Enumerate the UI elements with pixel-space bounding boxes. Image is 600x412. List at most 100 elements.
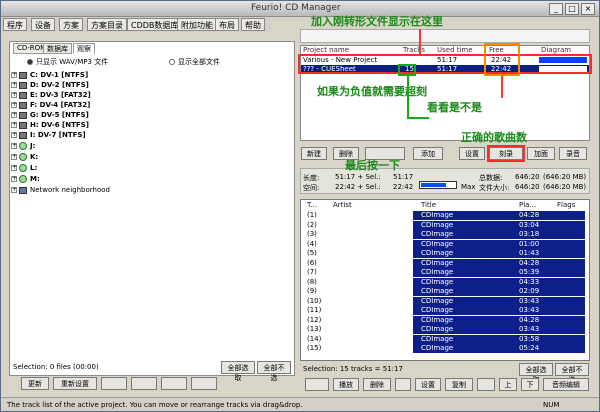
delete-track-button[interactable]: 删除 <box>363 378 391 391</box>
tree-drive-i[interactable]: I: DV-7 [NTFS] <box>19 131 86 139</box>
track-settings-button[interactable]: 设置 <box>415 378 441 391</box>
copy-button[interactable]: 复制 <box>445 378 473 391</box>
left-button-6[interactable] <box>191 377 217 390</box>
col-play-time[interactable]: Pla... <box>519 201 536 209</box>
track-disabled-button-3[interactable] <box>477 378 495 391</box>
track-row[interactable]: CDImage 04:33 <box>413 277 585 287</box>
new-button[interactable]: 新建 <box>301 147 327 160</box>
col-tracks[interactable]: Tracks <box>403 46 425 54</box>
option-wav-mp3[interactable]: 只显示 WAV/MP3 文件 <box>27 57 108 67</box>
expand-icon[interactable]: + <box>11 72 17 78</box>
window-title: Feurio! CD Manager <box>251 3 341 13</box>
tab-database[interactable]: 数据库 <box>43 43 72 54</box>
left-button-4[interactable] <box>131 377 157 390</box>
track-disabled-button[interactable] <box>305 378 329 391</box>
track-row[interactable]: CDImage 03:43 <box>413 325 585 334</box>
add-button[interactable]: 添加 <box>413 147 443 160</box>
track-row[interactable]: CDImage 03:18 <box>413 230 585 239</box>
tree-drive-j[interactable]: J: <box>19 142 35 150</box>
annotation-files-here: 加入刚转形文件显示在这里 <box>311 15 443 28</box>
track-length: 04:33 <box>519 277 540 286</box>
col-used-time[interactable]: Used time <box>437 46 473 54</box>
tree-drive-g[interactable]: G: DV-5 [NTFS] <box>19 111 89 119</box>
track-row[interactable]: CDImage 04:28 <box>413 315 585 325</box>
track-row[interactable]: CDImage 03:43 <box>413 306 585 315</box>
cd-drive-icon <box>19 153 27 161</box>
refresh-button[interactable]: 更新 <box>21 377 49 390</box>
track-row[interactable]: CDImage 05:24 <box>413 344 585 353</box>
track-number: (11) <box>307 306 322 314</box>
expand-icon[interactable]: + <box>11 143 17 149</box>
track-row[interactable]: CDImage 04:28 <box>413 211 585 220</box>
col-project-name[interactable]: Project name <box>303 46 349 54</box>
expand-icon[interactable]: + <box>11 165 17 171</box>
track-select-all-button[interactable]: 全部选取 <box>519 363 553 384</box>
track-disabled-button-2[interactable] <box>395 378 411 391</box>
option-all-files[interactable]: 显示全部文件 <box>169 57 220 67</box>
track-length: 05:24 <box>519 344 540 352</box>
track-row[interactable]: CDImage 02:09 <box>413 287 585 296</box>
col-flags[interactable]: Flags <box>557 201 575 209</box>
track-title: CDImage <box>421 315 454 324</box>
left-button-3[interactable] <box>101 377 127 390</box>
menu-cddb[interactable]: CDDB数据库 <box>127 18 183 31</box>
track-number: (13) <box>307 325 322 333</box>
expand-icon[interactable]: + <box>11 82 17 88</box>
expand-icon[interactable]: + <box>11 122 17 128</box>
tree-drive-k[interactable]: K: <box>19 153 38 161</box>
expand-icon[interactable]: + <box>11 176 17 182</box>
audio-edit-button[interactable]: 音频编辑 <box>543 378 589 391</box>
settings-button[interactable]: 设置 <box>459 147 485 160</box>
expand-icon[interactable]: + <box>11 112 17 118</box>
track-length: 01:43 <box>519 249 540 257</box>
menu-help[interactable]: 帮助 <box>241 18 265 31</box>
track-row[interactable]: CDImage 01:00 <box>413 239 585 249</box>
track-row[interactable]: CDImage 03:43 <box>413 296 585 306</box>
add-face-button[interactable]: 加面 <box>527 147 555 160</box>
track-row[interactable]: CDImage 04:28 <box>413 258 585 268</box>
menu-device[interactable]: 设备 <box>31 18 55 31</box>
move-up-button[interactable]: 上 <box>499 378 517 391</box>
track-select-none-button[interactable]: 全部不选 <box>555 363 589 384</box>
tree-network[interactable]: Network neighborhood <box>19 186 110 194</box>
col-title[interactable]: Title <box>421 201 436 209</box>
menu-program[interactable]: 程序 <box>3 18 27 31</box>
expand-icon[interactable]: + <box>11 187 17 193</box>
tree-drive-h[interactable]: H: DV-6 [NTFS] <box>19 121 89 129</box>
menu-project-dir[interactable]: 方案目录 <box>87 18 127 31</box>
tab-observe[interactable]: 观察 <box>73 43 95 54</box>
track-row[interactable]: CDImage 05:39 <box>413 268 585 277</box>
minimize-icon[interactable]: _ <box>549 3 563 15</box>
track-row[interactable]: CDImage 03:04 <box>413 220 585 230</box>
track-number: (12) <box>307 315 322 324</box>
tree-drive-c[interactable]: C: DV-1 [NTFS] <box>19 71 88 79</box>
expand-icon[interactable]: + <box>11 92 17 98</box>
select-none-button[interactable]: 全部不选 <box>257 361 291 382</box>
col-track-number[interactable]: T... <box>307 201 317 209</box>
tree-drive-f[interactable]: F: DV-4 [FAT32] <box>19 101 90 109</box>
track-row[interactable]: CDImage 03:58 <box>413 334 585 344</box>
expand-icon[interactable]: + <box>11 102 17 108</box>
track-number: (1) <box>307 211 317 219</box>
play-button[interactable]: 播放 <box>333 378 359 391</box>
select-all-button[interactable]: 全部选取 <box>221 361 255 382</box>
left-button-5[interactable] <box>161 377 187 390</box>
track-row[interactable]: CDImage 01:43 <box>413 249 585 258</box>
menu-project[interactable]: 方案 <box>59 18 83 31</box>
menu-extra[interactable]: 附加功能 <box>177 18 217 31</box>
move-down-button[interactable]: 下 <box>521 378 539 391</box>
record-button[interactable]: 录音 <box>559 147 587 160</box>
reset-button[interactable]: 重新设置 <box>53 377 97 390</box>
col-artist[interactable]: Artist <box>333 201 352 209</box>
close-icon[interactable]: × <box>581 3 595 15</box>
col-diagram[interactable]: Diagram <box>541 46 571 54</box>
tree-drive-e[interactable]: E: DV-3 [FAT32] <box>19 91 91 99</box>
tree-drive-d[interactable]: D: DV-2 [NTFS] <box>19 81 89 89</box>
maximize-icon[interactable]: □ <box>565 3 579 15</box>
expand-icon[interactable]: + <box>11 132 17 138</box>
tree-drive-m[interactable]: M: <box>19 175 40 183</box>
menu-layout[interactable]: 布局 <box>215 18 239 31</box>
track-length: 04:28 <box>519 211 540 219</box>
tree-drive-l[interactable]: L: <box>19 164 37 172</box>
expand-icon[interactable]: + <box>11 154 17 160</box>
